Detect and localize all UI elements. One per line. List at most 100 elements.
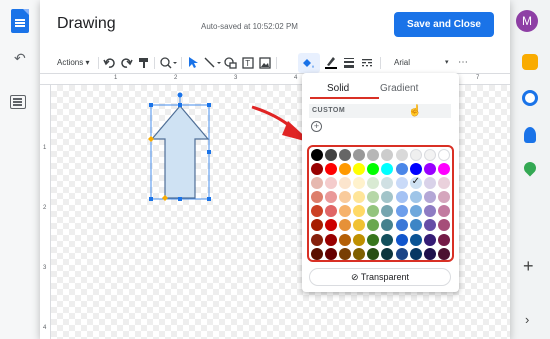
- color-swatch[interactable]: [367, 205, 380, 218]
- color-swatch[interactable]: [395, 163, 408, 176]
- color-swatch[interactable]: [325, 177, 338, 190]
- color-swatch[interactable]: [395, 219, 408, 232]
- color-swatch[interactable]: [353, 219, 366, 232]
- color-swatch[interactable]: [409, 233, 422, 246]
- color-swatch[interactable]: [311, 191, 323, 204]
- actions-menu[interactable]: Actions ▾: [57, 56, 89, 70]
- color-swatch[interactable]: [437, 219, 450, 232]
- color-swatch[interactable]: [325, 205, 338, 218]
- color-swatch[interactable]: [339, 191, 352, 204]
- color-swatch[interactable]: [437, 205, 450, 218]
- border-weight-icon[interactable]: [343, 57, 355, 69]
- color-swatch[interactable]: [381, 177, 394, 190]
- color-swatch[interactable]: [353, 191, 366, 204]
- color-swatch[interactable]: [423, 233, 436, 246]
- color-swatch[interactable]: [423, 149, 436, 161]
- color-swatch[interactable]: [395, 149, 408, 161]
- color-swatch[interactable]: [423, 191, 436, 204]
- color-swatch[interactable]: [339, 149, 352, 161]
- color-swatch[interactable]: [339, 177, 352, 190]
- color-swatch[interactable]: [339, 247, 352, 260]
- color-swatch[interactable]: [409, 219, 422, 232]
- border-dash-icon[interactable]: [361, 57, 373, 69]
- zoom-icon[interactable]: [160, 57, 178, 69]
- color-swatch[interactable]: [437, 191, 450, 204]
- document-outline-icon[interactable]: [10, 95, 26, 109]
- color-swatch[interactable]: [423, 163, 436, 176]
- color-swatch[interactable]: [395, 177, 408, 190]
- color-swatch[interactable]: [395, 205, 408, 218]
- color-swatch[interactable]: [437, 163, 450, 176]
- resize-handle[interactable]: [178, 103, 182, 107]
- redo-icon[interactable]: [121, 57, 133, 69]
- resize-handle[interactable]: [207, 103, 211, 107]
- color-swatch[interactable]: [423, 177, 436, 190]
- color-swatch[interactable]: [381, 149, 394, 161]
- avatar[interactable]: M: [516, 10, 538, 32]
- color-swatch[interactable]: [325, 247, 338, 260]
- color-swatch[interactable]: [437, 247, 450, 260]
- undo-icon[interactable]: ↶: [14, 50, 26, 67]
- color-swatch[interactable]: [381, 233, 394, 246]
- color-swatch[interactable]: [339, 233, 352, 246]
- keep-icon[interactable]: [522, 54, 538, 70]
- color-swatch[interactable]: [395, 247, 408, 260]
- color-swatch[interactable]: [423, 219, 436, 232]
- font-dropdown-arrow[interactable]: ▾: [445, 56, 449, 70]
- color-swatch[interactable]: [325, 163, 338, 176]
- font-select[interactable]: Arial: [394, 56, 410, 70]
- color-swatch[interactable]: [353, 233, 366, 246]
- color-swatch[interactable]: [409, 247, 422, 260]
- color-swatch[interactable]: [437, 149, 450, 161]
- resize-handle[interactable]: [207, 197, 211, 201]
- color-swatch[interactable]: [409, 163, 422, 176]
- tasks-icon[interactable]: [522, 90, 538, 106]
- color-swatch[interactable]: [381, 247, 394, 260]
- color-swatch[interactable]: [311, 247, 323, 260]
- more-options-icon[interactable]: ⋯: [458, 56, 468, 70]
- color-swatch[interactable]: [367, 149, 380, 161]
- resize-handle[interactable]: [178, 197, 182, 201]
- color-swatch[interactable]: [395, 191, 408, 204]
- select-icon[interactable]: [187, 56, 199, 69]
- color-swatch[interactable]: [367, 191, 380, 204]
- color-swatch[interactable]: [311, 233, 323, 246]
- color-swatch[interactable]: [339, 205, 352, 218]
- tab-solid[interactable]: Solid: [327, 83, 349, 94]
- image-icon[interactable]: [259, 57, 271, 69]
- maps-icon[interactable]: [521, 159, 539, 177]
- add-custom-color-button[interactable]: +: [311, 121, 322, 132]
- color-swatch[interactable]: [367, 177, 380, 190]
- tab-gradient[interactable]: Gradient: [380, 83, 418, 94]
- fill-color-button[interactable]: [298, 53, 320, 73]
- color-swatch[interactable]: [353, 163, 366, 176]
- color-swatch[interactable]: [381, 191, 394, 204]
- color-swatch[interactable]: [311, 219, 323, 232]
- color-swatch[interactable]: [409, 205, 422, 218]
- expand-panel-icon[interactable]: ›: [525, 312, 529, 327]
- color-swatch[interactable]: [353, 149, 366, 161]
- color-swatch[interactable]: [381, 163, 394, 176]
- color-swatch[interactable]: [367, 233, 380, 246]
- border-color-icon[interactable]: [325, 55, 337, 70]
- color-swatch[interactable]: [395, 233, 408, 246]
- color-swatch[interactable]: [353, 247, 366, 260]
- up-arrow-shape[interactable]: [145, 92, 215, 204]
- docs-logo-icon[interactable]: [11, 9, 29, 33]
- add-addon-icon[interactable]: +: [523, 256, 534, 277]
- color-swatch[interactable]: [325, 191, 338, 204]
- contacts-icon[interactable]: [524, 127, 536, 143]
- color-swatch[interactable]: [311, 177, 323, 190]
- color-swatch[interactable]: [353, 205, 366, 218]
- undo-icon[interactable]: [103, 57, 115, 69]
- color-swatch[interactable]: [367, 247, 380, 260]
- color-swatch[interactable]: [311, 163, 323, 176]
- color-swatch[interactable]: [325, 219, 338, 232]
- resize-handle[interactable]: [149, 197, 153, 201]
- color-swatch[interactable]: [423, 247, 436, 260]
- save-and-close-button[interactable]: Save and Close: [394, 12, 494, 37]
- paint-format-icon[interactable]: [138, 57, 150, 69]
- color-swatch[interactable]: [367, 163, 380, 176]
- color-swatch[interactable]: [339, 219, 352, 232]
- shape-icon[interactable]: [224, 57, 238, 69]
